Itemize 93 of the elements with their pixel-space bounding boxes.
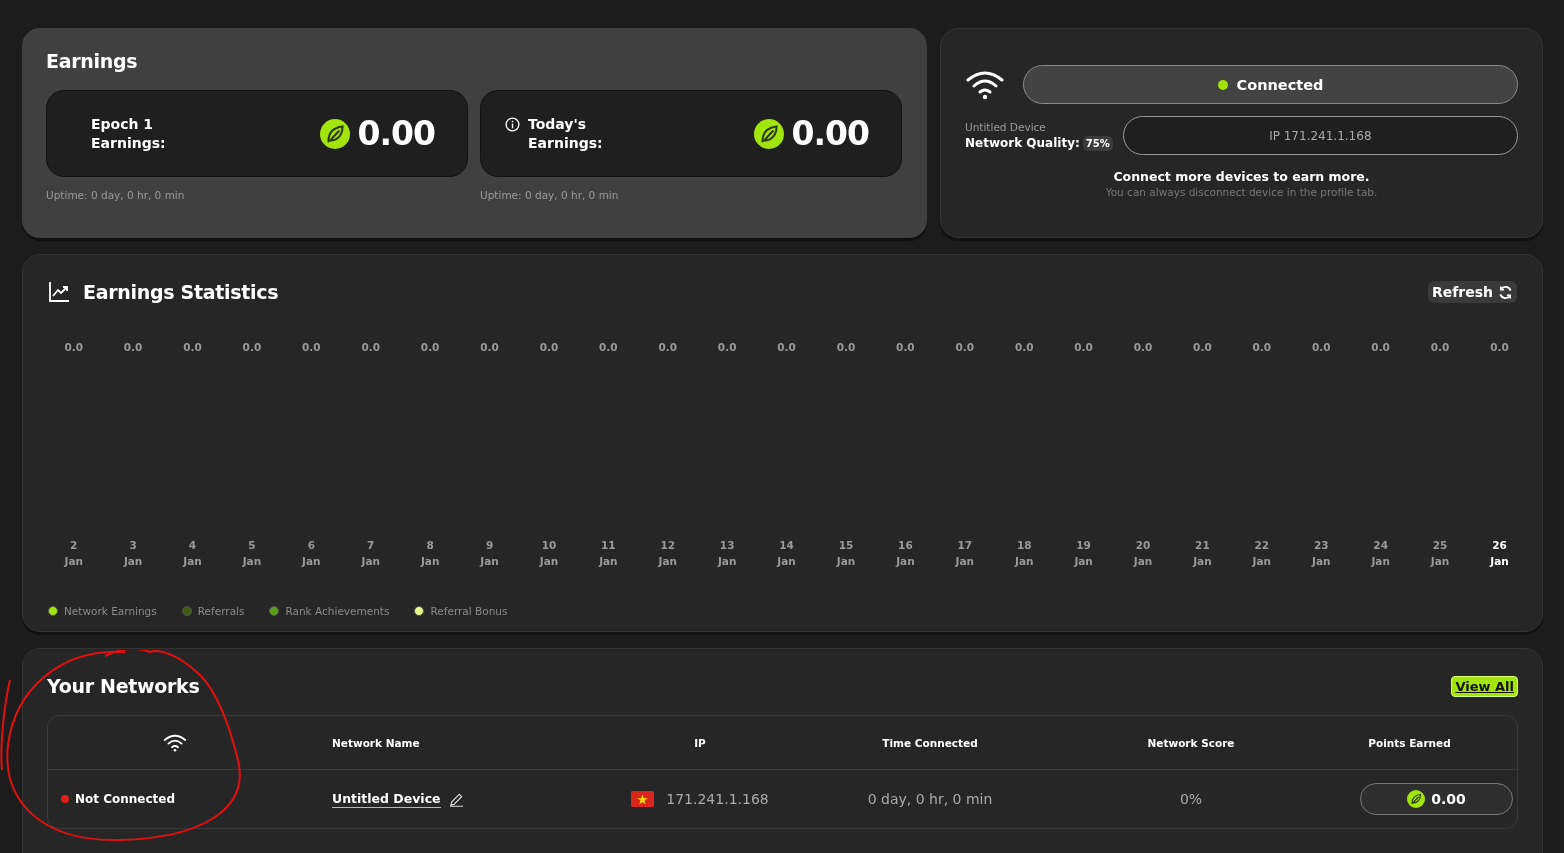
column-header: Network Score — [1147, 736, 1235, 749]
column-header: Network Name — [331, 736, 420, 749]
date-label[interactable]: 25 Jan — [1430, 539, 1450, 567]
legend-label: Referrals — [197, 605, 245, 617]
connect-message: Connect more devices to earn more. — [1112, 169, 1371, 184]
date-label[interactable]: 2 Jan — [64, 539, 83, 567]
value-label: 0.0 — [1430, 341, 1450, 353]
edit-icon[interactable] — [448, 791, 464, 807]
date-label[interactable]: 18 Jan — [1014, 539, 1034, 567]
date-label[interactable]: 6 Jan — [302, 539, 321, 567]
date-label[interactable]: 23 Jan — [1312, 539, 1331, 567]
value-label: 0.0 — [1133, 341, 1153, 353]
network-name-link[interactable]: Untitled Device — [332, 790, 441, 808]
date-label[interactable]: 11 Jan — [599, 539, 618, 567]
earnings-amount: 0.00 — [791, 114, 869, 153]
date-label[interactable]: 19 Jan — [1074, 539, 1093, 567]
earnings-label: Today's Earnings: — [528, 114, 604, 153]
network-score: 0% — [1178, 791, 1204, 807]
value-label: 0.0 — [1193, 341, 1212, 353]
value-label: 0.0 — [599, 341, 618, 353]
date-label[interactable]: 4 Jan — [183, 539, 202, 567]
value-label: 0.0 — [361, 341, 381, 353]
wifi-icon — [965, 69, 1005, 100]
date-label[interactable]: 15 Jan — [836, 539, 856, 567]
value-label: 0.0 — [64, 341, 83, 353]
value-label: 0.0 — [480, 341, 499, 353]
value-label: 0.0 — [658, 341, 678, 353]
value-label: 0.0 — [1074, 341, 1093, 353]
value-label: 0.0 — [420, 341, 440, 353]
legend-label: Referral Bonus — [430, 605, 508, 617]
date-label[interactable]: 13 Jan — [717, 539, 737, 567]
points-pill: 0.00 — [1360, 783, 1513, 815]
value-label: 0.0 — [539, 341, 559, 353]
date-label[interactable]: 10 Jan — [539, 539, 559, 567]
value-label: 0.0 — [717, 341, 737, 353]
earnings-amount: 0.00 — [357, 114, 435, 153]
value-label: 0.0 — [955, 341, 975, 353]
earnings-label: Epoch 1 Earnings: — [91, 114, 167, 153]
quality-label: Network Quality: — [965, 136, 1080, 150]
info-icon[interactable] — [505, 116, 520, 132]
disconnect-hint: You can always disconnect device in the profile tab. — [1104, 186, 1379, 198]
quality-badge: 75% — [1082, 135, 1113, 151]
date-label[interactable]: 26 Jan — [1490, 539, 1509, 567]
chart-icon — [48, 281, 70, 303]
date-label[interactable]: 7 Jan — [361, 539, 380, 567]
time-connected: 0 day, 0 hr, 0 min — [866, 791, 994, 807]
value-label: 0.0 — [777, 341, 796, 353]
value-label: 0.0 — [1014, 341, 1034, 353]
flag-icon — [631, 791, 655, 807]
date-label[interactable]: 21 Jan — [1193, 539, 1212, 567]
value-label: 0.0 — [302, 341, 321, 353]
date-label[interactable]: 14 Jan — [777, 539, 796, 567]
card-title: Earnings Statistics — [83, 281, 279, 303]
ip-text: 171.241.1.168 — [666, 791, 769, 807]
date-label[interactable]: 8 Jan — [420, 539, 440, 567]
column-header: Points Earned — [1368, 736, 1451, 749]
column-header: IP — [694, 736, 706, 749]
card-title: Earnings — [46, 50, 139, 72]
column-header: Time Connected — [882, 736, 978, 749]
date-label[interactable]: 22 Jan — [1252, 539, 1272, 567]
value-label: 0.0 — [123, 341, 143, 353]
legend-label: Rank Achievements — [285, 605, 390, 617]
value-label: 0.0 — [183, 341, 202, 353]
refresh-icon — [1498, 284, 1513, 300]
uptime-text: Uptime: 0 day, 0 hr, 0 min — [46, 189, 186, 201]
connection-status: Connected — [1023, 65, 1518, 104]
date-label[interactable]: 9 Jan — [480, 539, 499, 567]
date-label[interactable]: 17 Jan — [955, 539, 975, 567]
ip-field: IP 171.241.1.168 — [1122, 116, 1518, 155]
leaf-coin-icon — [753, 118, 784, 149]
value-label: 0.0 — [1311, 341, 1331, 353]
date-label[interactable]: 5 Jan — [242, 539, 262, 567]
date-label[interactable]: 16 Jan — [896, 539, 915, 567]
value-label: 0.0 — [1252, 341, 1272, 353]
status-text: Not Connected — [75, 792, 176, 806]
date-label[interactable]: 24 Jan — [1371, 539, 1390, 567]
device-name: Untitled Device — [965, 120, 1047, 133]
date-label[interactable]: 3 Jan — [123, 539, 143, 567]
leaf-coin-icon — [319, 118, 350, 149]
value-label: 0.0 — [242, 341, 262, 353]
value-label: 0.0 — [1371, 341, 1390, 353]
card-title: Your Networks — [47, 675, 200, 697]
date-label[interactable]: 20 Jan — [1133, 539, 1153, 567]
refresh-button[interactable]: Refresh — [1427, 281, 1517, 303]
date-label[interactable]: 12 Jan — [658, 539, 677, 567]
uptime-text: Uptime: 0 day, 0 hr, 0 min — [480, 189, 620, 201]
value-label: 0.0 — [1490, 341, 1509, 353]
value-label: 0.0 — [836, 341, 856, 353]
view-all-button[interactable]: View All — [1451, 675, 1518, 697]
wifi-icon — [163, 733, 187, 752]
leaf-coin-icon — [1407, 790, 1426, 808]
value-label: 0.0 — [896, 341, 915, 353]
legend-label: Network Earnings — [64, 605, 157, 617]
